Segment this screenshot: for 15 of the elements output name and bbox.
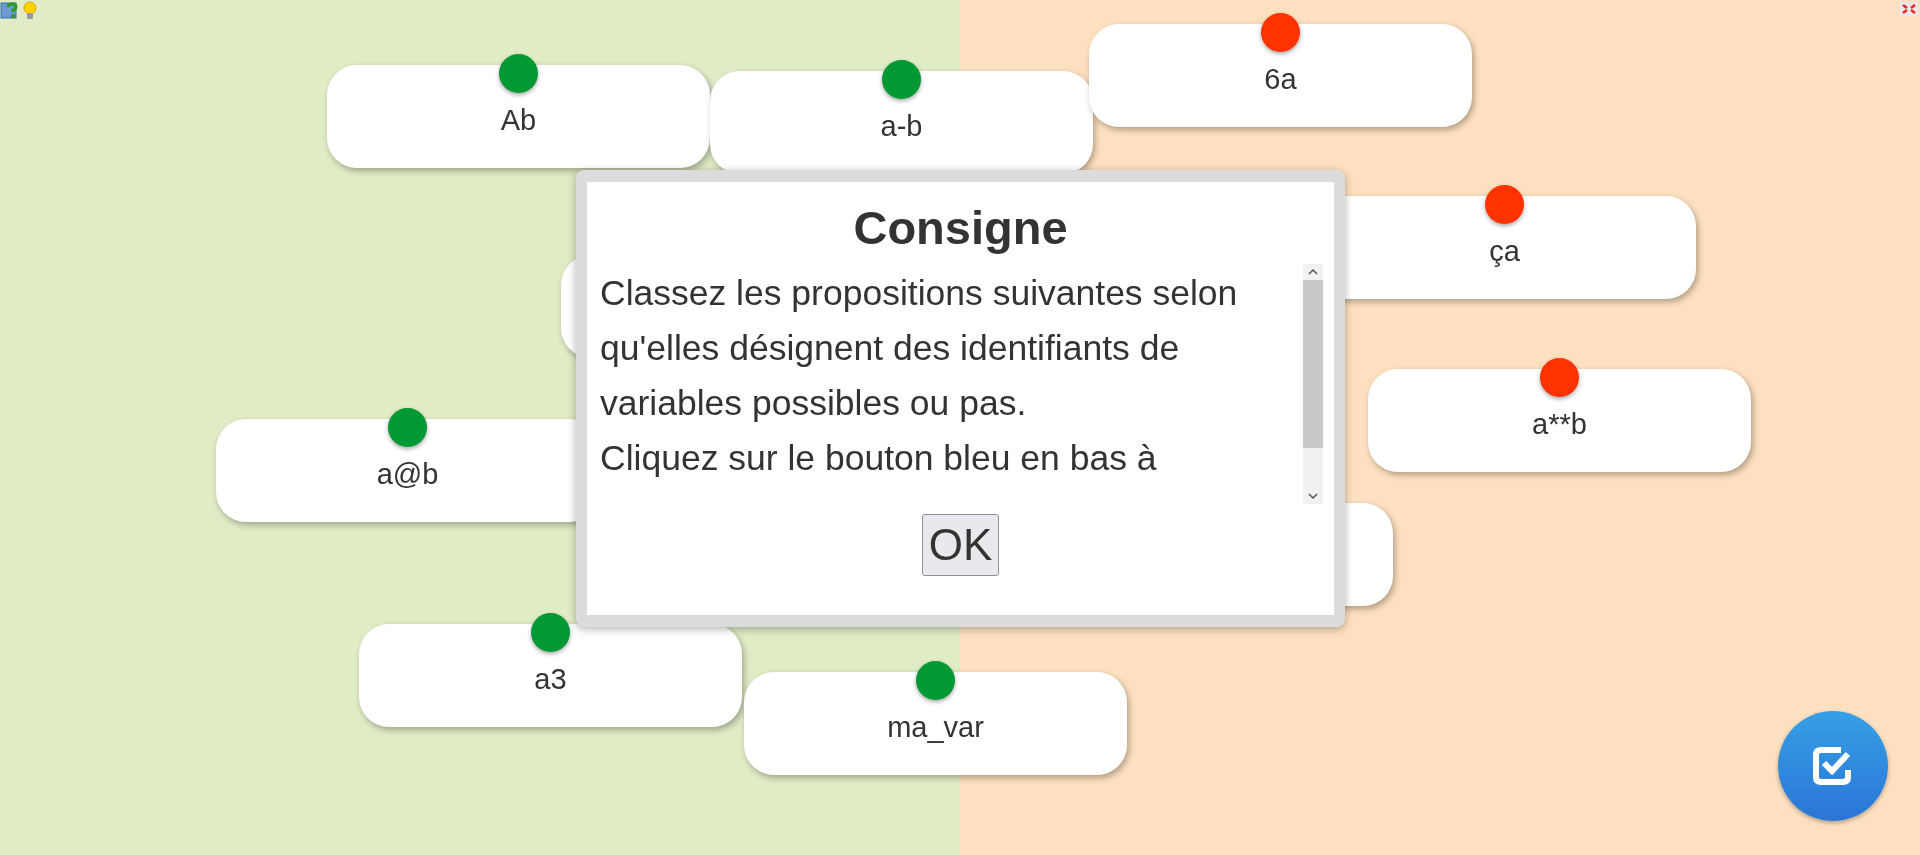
label-card[interactable]: a3 <box>359 624 742 727</box>
ok-button[interactable]: OK <box>921 514 1000 576</box>
dialog-title: Consigne <box>852 200 1069 256</box>
label-card[interactable]: Ab <box>327 65 710 168</box>
label-card[interactable]: 6a <box>1089 24 1472 127</box>
instruction-text: Classez les propositions suivantes selon qu'elles désignent des identifiants de variables possibles ou pas. <box>600 272 1239 425</box>
help-icon[interactable] <box>0 1 20 21</box>
label-card[interactable]: a**b <box>1368 369 1751 472</box>
lightbulb-icon[interactable] <box>22 1 38 21</box>
fullscreen-icon[interactable] <box>1900 2 1918 16</box>
scrollbar[interactable] <box>1303 264 1323 504</box>
label-card[interactable]: ma_var <box>744 672 1127 775</box>
scroll-up-icon[interactable] <box>1308 268 1318 276</box>
instruction-text: Cliquez sur le bouton bleu en bas à <box>600 437 1158 480</box>
scroll-down-icon[interactable] <box>1308 492 1318 500</box>
